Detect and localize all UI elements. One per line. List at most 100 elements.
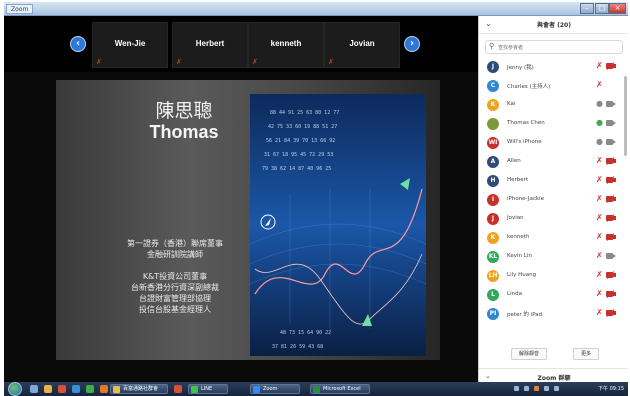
task-label: 百富通路社群會	[123, 386, 159, 392]
camera-icon[interactable]	[606, 100, 616, 107]
task-label: Zoom	[263, 386, 278, 392]
muted-mic-icon[interactable]: ✗	[596, 308, 603, 317]
task-app-icon	[191, 386, 198, 393]
close-button[interactable]: ×	[609, 3, 626, 14]
camera-off-icon[interactable]	[606, 309, 616, 317]
video-tile[interactable]: kenneth ✗	[248, 22, 324, 68]
participant-name: iPhone-Jackie	[507, 196, 544, 202]
notification-icon[interactable]	[534, 386, 539, 391]
participant-name: Herbert	[507, 177, 529, 183]
participant-search[interactable]: ⚲	[485, 40, 623, 54]
prev-page-icon[interactable]: ‹	[70, 36, 86, 52]
tile-name: Herbert	[195, 39, 225, 48]
taskbar-task[interactable]: LINE	[188, 384, 228, 394]
network-icon[interactable]	[514, 386, 519, 391]
avatar: H	[487, 175, 499, 187]
participant-name: Lily Huang	[507, 272, 537, 278]
volume-icon[interactable]	[524, 386, 529, 391]
mic-icon[interactable]: ●	[596, 99, 603, 108]
participant-row[interactable]: J Jovian ✗	[479, 210, 628, 228]
mic-icon[interactable]: ●	[596, 137, 603, 146]
participant-name: Kevin Lin	[507, 253, 532, 259]
muted-mic-icon[interactable]: ✗	[596, 289, 603, 298]
unmute-all-button[interactable]: 解除靜音	[511, 348, 547, 360]
bio-line: 台新香港分行資深副總裁	[131, 283, 219, 292]
media-icon[interactable]	[58, 385, 66, 393]
participant-search-input[interactable]	[498, 43, 618, 52]
muted-mic-icon[interactable]: ✗	[596, 80, 603, 89]
participant-row[interactable]: Kkenneth ✗	[479, 229, 628, 247]
browser-icon[interactable]	[72, 385, 80, 393]
participant-row[interactable]: KL Kevin Lin ✗	[479, 248, 628, 266]
participants-title: 與會者 (20)	[537, 22, 571, 29]
taskbar-task[interactable]: Zoom	[250, 384, 300, 394]
taskbar-task[interactable]: Microsoft Excel	[310, 384, 370, 394]
language-icon[interactable]	[554, 386, 559, 391]
muted-mic-icon[interactable]: ✗	[596, 156, 603, 165]
participant-row[interactable]: LH Lily Huang ✗	[479, 267, 628, 285]
participant-row[interactable]: PI peter 的 iPad ✗	[479, 305, 628, 323]
participant-row[interactable]: J Jenny (我) ✗	[479, 58, 628, 76]
svg-text:48 73 15 64 90 22: 48 73 15 64 90 22	[280, 330, 331, 336]
camera-off-icon[interactable]	[606, 214, 616, 222]
video-tile[interactable]: Jovian ✗	[324, 22, 400, 68]
muted-mic-icon[interactable]: ✗	[596, 61, 603, 70]
muted-mic-icon[interactable]: ✗	[596, 175, 603, 184]
folder-icon[interactable]	[44, 385, 52, 393]
avatar: KL	[487, 251, 499, 263]
camera-off-icon[interactable]	[606, 62, 616, 70]
camera-icon[interactable]	[606, 252, 616, 259]
svg-text:79 38 62 14 87 40 96 25: 79 38 62 14 87 40 96 25	[262, 166, 331, 172]
muted-mic-icon[interactable]: ✗	[596, 270, 603, 279]
video-tile[interactable]: Wen-Jie ✗	[92, 22, 168, 68]
app-tab[interactable]: Zoom	[6, 4, 34, 14]
video-tile[interactable]: Herbert ✗	[172, 22, 248, 68]
participant-row[interactable]: C Charles (主持人) ✗	[479, 77, 628, 95]
camera-off-icon[interactable]	[606, 290, 616, 298]
participant-row[interactable]: L Linda ✗	[479, 286, 628, 304]
chat-title: Zoom 群聊	[537, 375, 571, 382]
task-app-icon	[253, 386, 260, 393]
muted-mic-icon[interactable]: ✗	[596, 232, 603, 241]
camera-off-icon[interactable]	[606, 233, 616, 241]
system-tray: 下午 09:15	[478, 382, 628, 396]
participants-panel: ⌄ 與會者 (20) ⚲ JJenny (我)✗CCharles (主持人)✗K…	[478, 16, 628, 396]
avatar: A	[487, 156, 499, 168]
camera-off-icon[interactable]	[606, 195, 616, 203]
muted-mic-icon[interactable]: ✗	[596, 251, 603, 260]
camera-icon[interactable]	[606, 138, 616, 145]
camera-off-icon[interactable]	[606, 271, 616, 279]
app-icon[interactable]	[174, 385, 182, 393]
title-bar: Zoom – □ ×	[4, 2, 628, 16]
participant-row[interactable]: IiPhone-Jackie ✗	[479, 191, 628, 209]
participant-scrollbar[interactable]	[624, 76, 627, 156]
svg-text:42 75 33 60 19 88 51 27: 42 75 33 60 19 88 51 27	[268, 124, 337, 130]
camera-off-icon[interactable]	[606, 176, 616, 184]
desktop-icon[interactable]	[30, 385, 38, 393]
camera-icon[interactable]	[606, 119, 616, 126]
participant-row[interactable]: K Kai ●	[479, 96, 628, 114]
firefox-icon[interactable]	[100, 385, 108, 393]
participant-row[interactable]: H Herbert ✗	[479, 172, 628, 190]
avatar: I	[487, 194, 499, 206]
chrome-icon[interactable]	[86, 385, 94, 393]
participant-row[interactable]: WI Will's iPhone ●	[479, 134, 628, 152]
svg-text:31 67 18 95 45 72 29 53: 31 67 18 95 45 72 29 53	[264, 152, 333, 158]
battery-icon[interactable]	[544, 386, 549, 391]
avatar: C	[487, 80, 499, 92]
maximize-button[interactable]: □	[595, 3, 609, 14]
mic-icon[interactable]: ●	[596, 118, 603, 127]
muted-mic-icon[interactable]: ✗	[596, 213, 603, 222]
camera-off-icon[interactable]	[606, 157, 616, 165]
participant-row[interactable]: Thomas Chen ●	[479, 115, 628, 133]
participant-row[interactable]: A Allen ✗	[479, 153, 628, 171]
task-label: LINE	[201, 386, 213, 392]
muted-mic-icon[interactable]: ✗	[596, 194, 603, 203]
more-button[interactable]: 更多	[573, 348, 599, 360]
start-button[interactable]	[8, 382, 22, 396]
participant-name: Jovian	[507, 215, 524, 221]
next-page-icon[interactable]: ›	[404, 36, 420, 52]
minimize-button[interactable]: –	[580, 3, 594, 14]
taskbar-task[interactable]: 百富通路社群會	[110, 384, 168, 394]
participant-name: Charles (主持人)	[507, 84, 551, 90]
